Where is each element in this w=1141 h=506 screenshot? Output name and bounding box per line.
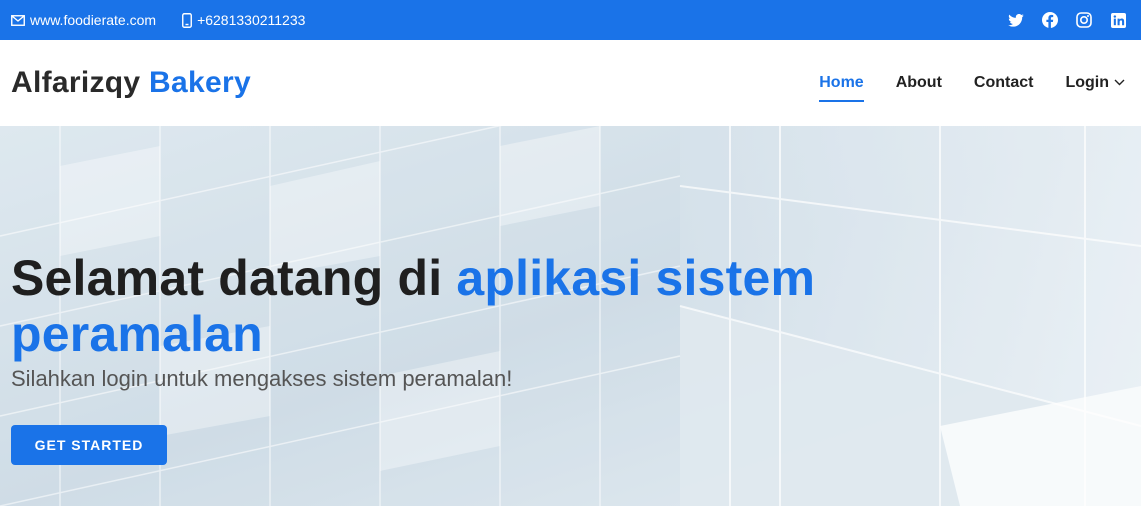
nav-login-label: Login — [1065, 74, 1109, 91]
website-text: www.foodierate.com — [30, 12, 157, 28]
nav-home[interactable]: Home — [819, 70, 865, 102]
get-started-button[interactable]: GET STARTED — [11, 425, 167, 465]
brand-logo[interactable]: Alfarizqy Bakery — [11, 66, 251, 100]
phone-icon — [182, 12, 193, 28]
hero-section: Selamat datang di aplikasi sistem perama… — [0, 126, 1141, 506]
hero-title: Selamat datang di aplikasi sistem perama… — [11, 250, 911, 362]
top-bar: www.foodierate.com +6281330211233 — [0, 0, 1141, 40]
instagram-icon[interactable] — [1075, 11, 1093, 29]
linkedin-icon[interactable] — [1109, 11, 1127, 29]
twitter-icon[interactable] — [1007, 11, 1025, 29]
main-nav: Home About Contact Login — [787, 40, 1125, 126]
phone-link[interactable]: +6281330211233 — [182, 12, 305, 28]
phone-text: +6281330211233 — [197, 12, 306, 28]
envelope-icon — [11, 14, 25, 26]
header: Alfarizqy Bakery Home About Contact Logi… — [0, 40, 1141, 126]
brand-accent: Bakery — [149, 66, 251, 99]
chevron-down-icon — [1114, 79, 1125, 86]
nav-contact[interactable]: Contact — [974, 70, 1034, 96]
website-link[interactable]: www.foodierate.com — [11, 12, 156, 28]
facebook-icon[interactable] — [1041, 11, 1059, 29]
nav-about[interactable]: About — [896, 70, 942, 96]
social-links — [991, 0, 1127, 40]
nav-login[interactable]: Login — [1065, 70, 1125, 96]
brand-name: Alfarizqy — [11, 66, 141, 99]
contact-info: www.foodierate.com +6281330211233 — [11, 0, 331, 40]
hero-subtitle: Silahkan login untuk mengakses sistem pe… — [11, 366, 513, 391]
hero-title-dark: Selamat datang di — [11, 250, 443, 306]
